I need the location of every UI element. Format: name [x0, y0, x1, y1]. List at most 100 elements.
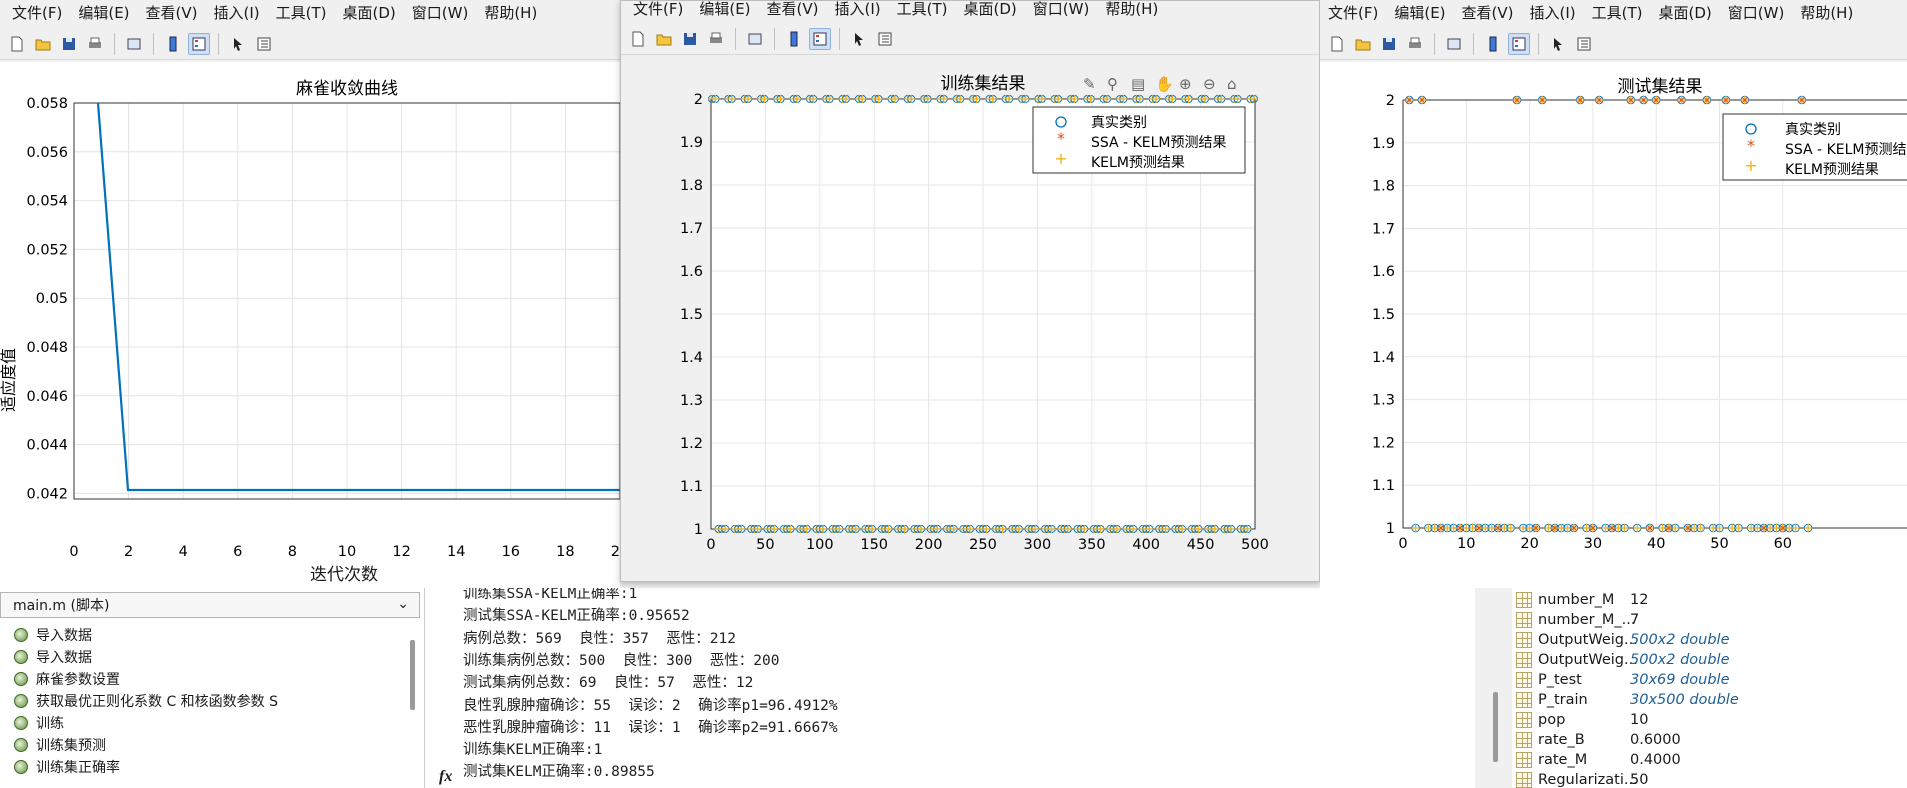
menu-desktop[interactable]: 桌面(D): [1651, 2, 1720, 23]
colorbar-icon[interactable]: [162, 33, 184, 55]
save-icon[interactable]: [1378, 33, 1400, 55]
new-figure-icon[interactable]: [1326, 33, 1348, 55]
menu-file[interactable]: 文件(F): [1320, 2, 1386, 23]
test-plot-area[interactable]: 2 1.9 1.8 1.7 1.6 1.5 1.4 1.3 1.2 1.1 1 0 10 20 30 40 5…: [1320, 62, 1907, 588]
menu-window[interactable]: 窗口(W): [404, 2, 477, 23]
open-folder-icon[interactable]: [1352, 33, 1374, 55]
workspace-variable-row[interactable]: OutputWeig... 500x2 double: [1512, 630, 1907, 650]
property-inspector-icon[interactable]: [874, 28, 896, 50]
pointer-icon[interactable]: [227, 33, 249, 55]
workspace-variable-row[interactable]: number_M 12: [1512, 590, 1907, 610]
new-figure-icon[interactable]: [627, 28, 649, 50]
workspace-variable-row[interactable]: number_M_... 7: [1512, 610, 1907, 630]
property-inspector-icon[interactable]: [253, 33, 275, 55]
pointer-icon[interactable]: [1547, 33, 1569, 55]
menu-help[interactable]: 帮助(H): [1792, 2, 1861, 23]
x-tick-label: 60: [1774, 536, 1792, 552]
new-figure-icon[interactable]: [6, 33, 28, 55]
train-plot-area[interactable]: 2 1.9 1.8 1.7 1.6 1.5 1.4 1.3 1.2 1.1 1 0 50 100 150 2…: [621, 57, 1319, 581]
colorbar-icon[interactable]: [1482, 33, 1504, 55]
pan-icon[interactable]: ✋: [1155, 75, 1174, 93]
menu-tools[interactable]: 工具(T): [1584, 2, 1651, 23]
brush-icon[interactable]: ✎: [1083, 75, 1096, 93]
x-tick-label: 0: [69, 544, 78, 560]
save-icon[interactable]: [679, 28, 701, 50]
code-section-item[interactable]: 训练集预测: [14, 734, 106, 756]
y-tick-label: 1.4: [1372, 350, 1395, 366]
menu-insert[interactable]: 插入(I): [206, 2, 268, 23]
menu-help[interactable]: 帮助(H): [476, 2, 545, 23]
menu-view[interactable]: 查看(V): [1454, 2, 1522, 23]
y-tick-label: 1.7: [1372, 221, 1395, 237]
command-window[interactable]: 训练集SSA-KELM正确率:1 测试集SSA-KELM正确率:0.95652 病例…: [425, 588, 1475, 788]
console-output-line: 恶性乳腺肿瘤确诊：11 误诊：1 确诊率p2=91.6667%: [463, 719, 838, 736]
workspace-variable-row[interactable]: rate_M 0.4000: [1512, 750, 1907, 770]
menu-tools[interactable]: 工具(T): [268, 2, 335, 23]
file-browser-header[interactable]: main.m (脚本) ⌄: [0, 592, 420, 618]
workspace-variable-row[interactable]: P_train 30x500 double: [1512, 690, 1907, 710]
print-icon[interactable]: [84, 33, 106, 55]
open-folder-icon[interactable]: [653, 28, 675, 50]
menu-edit[interactable]: 编辑(E): [1386, 2, 1453, 23]
y-axis-label: 适应度值: [0, 348, 18, 412]
code-section-item[interactable]: 获取最优正则化系数 C 和核函数参数 S: [14, 690, 278, 712]
workspace-variable-row[interactable]: Regularizati... 50: [1512, 770, 1907, 788]
workspace-variable-row[interactable]: OutputWeig... 500x2 double: [1512, 650, 1907, 670]
section-label: 导入数据: [36, 628, 92, 644]
menu-edit[interactable]: 编辑(E): [70, 2, 137, 23]
menu-tools[interactable]: 工具(T): [889, 1, 956, 19]
y-tick-label: 1.9: [680, 135, 703, 151]
zoom-in-icon[interactable]: ⊕: [1179, 75, 1192, 93]
legend[interactable]: * + 真实类别 SSA - KELM预测结果 KELM预测结果: [1032, 106, 1246, 174]
y-tick-label: 2: [1386, 93, 1395, 109]
legend-icon[interactable]: [188, 32, 210, 55]
data-tip-icon[interactable]: ⚲: [1107, 75, 1118, 93]
colorbar-icon[interactable]: [783, 28, 805, 50]
chart-title: 麻雀收敛曲线: [296, 79, 398, 98]
link-plot-icon[interactable]: [123, 33, 145, 55]
command-window-scrollbar[interactable]: [1493, 692, 1498, 762]
property-inspector-icon[interactable]: [1573, 33, 1595, 55]
convergence-plot-area[interactable]: 麻雀收敛曲线 0.058 0.056 0.054 0.052 0.05 0.048 0.04…: [0, 62, 620, 588]
save-icon[interactable]: [58, 33, 80, 55]
print-icon[interactable]: [705, 28, 727, 50]
link-plot-icon[interactable]: [744, 28, 766, 50]
menu-window[interactable]: 窗口(W): [1025, 1, 1098, 19]
figure-window-test: 文件(F) 编辑(E) 查看(V) 插入(I) 工具(T) 桌面(D) 窗口(W…: [1320, 0, 1907, 588]
print-icon[interactable]: [1404, 33, 1426, 55]
figure-toolbar: [1320, 28, 1907, 60]
menu-file[interactable]: 文件(F): [4, 2, 70, 23]
open-folder-icon[interactable]: [32, 33, 54, 55]
workspace-variable-row[interactable]: rate_B 0.6000: [1512, 730, 1907, 750]
code-section-item[interactable]: 导入数据: [14, 646, 92, 668]
menu-file[interactable]: 文件(F): [625, 1, 691, 19]
legend[interactable]: * + 真实类别 SSA - KELM预测结 KELM预测结果: [1722, 113, 1907, 181]
link-plot-icon[interactable]: [1443, 33, 1465, 55]
workspace-variable-row[interactable]: pop 10: [1512, 710, 1907, 730]
legend-label: 真实类别: [1091, 115, 1147, 131]
menu-desktop[interactable]: 桌面(D): [956, 1, 1025, 19]
menu-window[interactable]: 窗口(W): [1720, 2, 1793, 23]
code-section-item[interactable]: 训练: [14, 712, 64, 734]
scrollbar[interactable]: [410, 640, 415, 710]
menu-help[interactable]: 帮助(H): [1097, 1, 1166, 19]
workspace-variable-row[interactable]: P_test 30x69 double: [1512, 670, 1907, 690]
legend-icon[interactable]: [1508, 32, 1530, 55]
section-icon: [14, 716, 28, 730]
zoom-out-icon[interactable]: ⊖: [1203, 75, 1216, 93]
menu-view[interactable]: 查看(V): [759, 1, 827, 19]
code-section-item[interactable]: 训练集正确率: [14, 756, 120, 778]
legend-icon[interactable]: [809, 27, 831, 50]
code-section-item[interactable]: 导入数据: [14, 624, 92, 646]
menu-edit[interactable]: 编辑(E): [691, 1, 758, 19]
chevron-down-icon[interactable]: ⌄: [397, 596, 409, 612]
code-section-item[interactable]: 麻雀参数设置: [14, 668, 120, 690]
toolbar-separator: [735, 27, 736, 50]
home-icon[interactable]: ⌂: [1227, 75, 1237, 93]
pointer-icon[interactable]: [848, 28, 870, 50]
menu-desktop[interactable]: 桌面(D): [335, 2, 404, 23]
menu-insert[interactable]: 插入(I): [827, 1, 889, 19]
menu-view[interactable]: 查看(V): [138, 2, 206, 23]
menu-insert[interactable]: 插入(I): [1522, 2, 1584, 23]
export-icon[interactable]: ▤: [1131, 75, 1145, 93]
